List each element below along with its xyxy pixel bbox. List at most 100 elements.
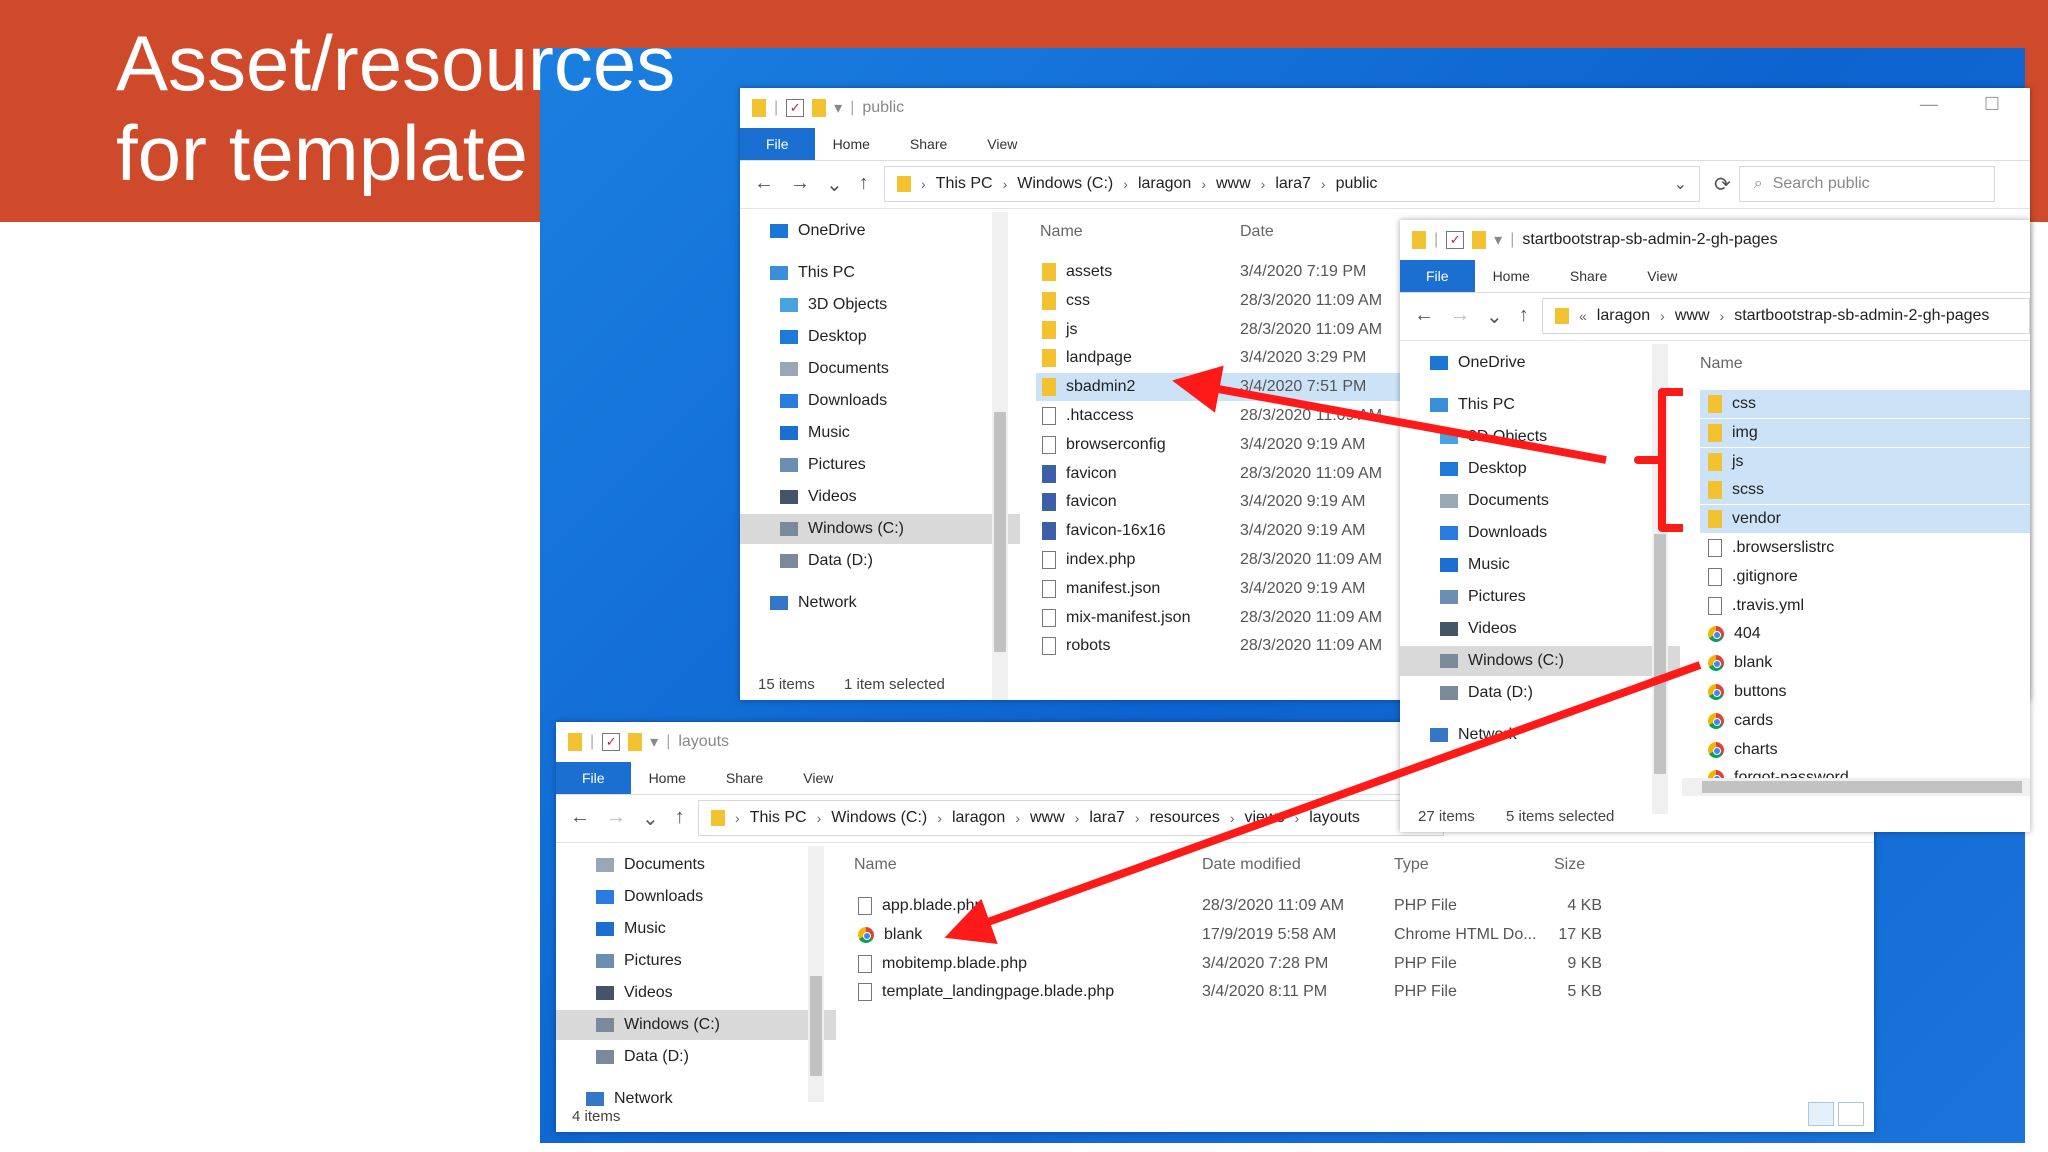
file-row[interactable]: css [1700,390,2030,418]
properties-icon[interactable]: ✓ [786,99,805,117]
recent-locations-icon[interactable]: ⌄ [826,172,843,197]
nav-item[interactable]: 3D Objects [1400,422,1680,452]
nav-item[interactable]: This PC [740,258,1010,288]
column-header-type[interactable]: Type [1394,856,1429,874]
breadcrumb-item[interactable]: views [1245,809,1285,827]
nav-item[interactable]: Data (D:) [1400,678,1680,708]
breadcrumb-item[interactable]: www [1675,307,1710,325]
new-folder-icon[interactable] [1472,231,1487,249]
nav-scrollbar[interactable] [808,846,824,1102]
back-arrow-icon[interactable]: ← [1414,304,1434,329]
column-header-name[interactable]: Name [854,856,897,874]
tab-view[interactable]: View [803,770,833,786]
up-arrow-icon[interactable]: ↑ [859,172,869,197]
breadcrumb-item[interactable]: This PC [936,175,993,193]
back-arrow-icon[interactable]: ← [570,806,590,831]
scroll-thumb[interactable] [810,976,822,1076]
nav-item[interactable]: Downloads [1400,518,1680,548]
tab-home[interactable]: Home [649,770,686,786]
tab-share[interactable]: Share [910,136,947,152]
file-row[interactable]: vendor [1700,505,2030,534]
breadcrumb-item[interactable]: layouts [1309,809,1360,827]
forward-arrow-icon[interactable]: → [1450,304,1470,329]
file-row[interactable]: .gitignore [1700,563,2030,591]
properties-icon[interactable]: ✓ [602,733,621,751]
column-header-name[interactable]: Name [1040,223,1083,241]
file-row[interactable]: scss [1700,476,2030,505]
address-dropdown-icon[interactable]: ⌄ [1674,174,1687,194]
nav-item[interactable]: Pictures [556,946,836,976]
maximize-icon[interactable]: ☐ [1984,94,2000,115]
breadcrumb-item[interactable]: This PC [750,809,807,827]
nav-item[interactable]: Pictures [1400,582,1680,612]
nav-item[interactable]: Videos [1400,614,1680,644]
file-row[interactable]: cards [1700,707,2030,735]
column-header-size[interactable]: Size [1554,856,1585,874]
refresh-icon[interactable]: ⟳ [1714,172,1731,197]
breadcrumb-item[interactable]: lara7 [1089,809,1125,827]
nav-item[interactable]: Desktop [740,322,1020,352]
nav-item[interactable]: Data (D:) [740,546,1020,576]
file-row[interactable]: buttons [1700,678,2030,706]
nav-item[interactable]: Windows (C:) [556,1010,836,1040]
nav-item[interactable]: Desktop [1400,454,1680,484]
tab-file[interactable]: File [740,128,815,160]
tab-home[interactable]: Home [833,136,870,152]
breadcrumb-item[interactable]: resources [1150,809,1220,827]
nav-item[interactable]: Downloads [556,882,836,912]
tab-file[interactable]: File [556,762,631,794]
breadcrumb-item[interactable]: Windows (C:) [831,809,927,827]
nav-item[interactable]: Music [1400,550,1680,580]
scroll-thumb[interactable] [1702,781,2022,793]
nav-item[interactable]: Videos [556,978,836,1008]
nav-item[interactable]: This PC [1400,390,1670,420]
horizontal-scrollbar[interactable] [1682,778,2030,796]
nav-item[interactable]: Documents [740,354,1020,384]
nav-item[interactable]: Data (D:) [556,1042,836,1072]
breadcrumb[interactable]: › This PC › Windows (C:) › laragon › www… [698,800,1444,836]
nav-item[interactable]: Documents [556,850,836,880]
file-row[interactable]: js [1700,447,2030,476]
scroll-thumb[interactable] [994,412,1006,652]
nav-item[interactable]: Downloads [740,386,1020,416]
nav-item[interactable]: Windows (C:) [740,514,1020,544]
new-folder-icon[interactable] [812,99,827,117]
forward-arrow-icon[interactable]: → [790,172,810,197]
customize-dropdown[interactable]: ▾ [650,732,658,752]
file-row[interactable]: img [1700,418,2030,447]
tab-view[interactable]: View [1647,268,1677,284]
minimize-icon[interactable]: — [1920,94,1938,115]
file-row[interactable]: template_landingpage.blade.php [852,978,1198,1006]
tab-share[interactable]: Share [1570,268,1607,284]
breadcrumb-item[interactable]: laragon [952,809,1005,827]
tab-view[interactable]: View [987,136,1017,152]
nav-item[interactable]: Pictures [740,450,1020,480]
new-folder-icon[interactable] [628,733,643,751]
breadcrumb-item[interactable]: public [1336,175,1378,193]
file-row[interactable]: .browserslistrc [1700,534,2030,562]
recent-locations-icon[interactable]: ⌄ [642,806,659,831]
file-row[interactable]: charts [1700,736,2030,764]
search-input[interactable]: ⌕ Search public [1738,166,1995,202]
breadcrumb-item[interactable]: laragon [1597,307,1650,325]
column-header-date[interactable]: Date modified [1202,856,1301,874]
recent-locations-icon[interactable]: ⌄ [1486,304,1503,329]
column-header-date[interactable]: Date [1240,223,1274,241]
scroll-thumb[interactable] [1654,534,1666,774]
breadcrumb[interactable]: › This PC › Windows (C:) › laragon › www… [884,166,1700,202]
nav-item[interactable]: OneDrive [740,216,1010,246]
up-arrow-icon[interactable]: ↑ [675,806,685,831]
nav-item[interactable]: Network [740,588,1010,618]
tab-home[interactable]: Home [1493,268,1530,284]
breadcrumb-item[interactable]: www [1216,175,1251,193]
customize-dropdown[interactable]: ▾ [834,98,842,118]
nav-item[interactable]: OneDrive [1400,348,1670,378]
nav-item[interactable]: Music [740,418,1020,448]
nav-item[interactable]: 3D Objects [740,290,1020,320]
nav-item[interactable]: Music [556,914,836,944]
tab-share[interactable]: Share [726,770,763,786]
breadcrumb-item[interactable]: startbootstrap-sb-admin-2-gh-pages [1734,307,1989,325]
nav-scrollbar[interactable] [992,212,1008,700]
file-row[interactable]: blank [852,921,1198,949]
nav-scrollbar[interactable] [1652,344,1668,814]
